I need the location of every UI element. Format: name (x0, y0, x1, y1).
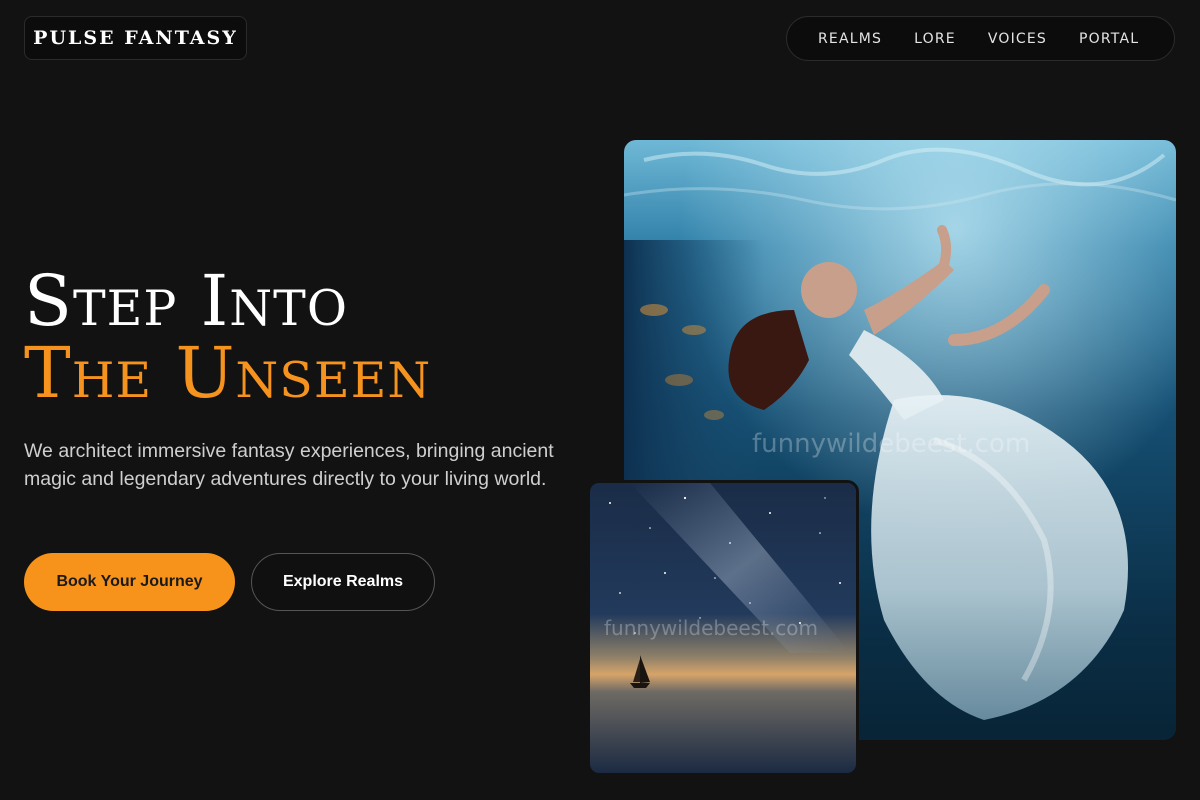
explore-realms-button[interactable]: Explore Realms (251, 553, 435, 611)
brand-logo[interactable]: PULSE FANTASY (24, 16, 247, 60)
book-journey-button[interactable]: Book Your Journey (24, 553, 235, 611)
small-image-watermark: funnywildebeest.com (604, 616, 818, 640)
nav-link-lore[interactable]: LORE (914, 31, 956, 47)
hero-description: We architect immersive fantasy experienc… (24, 440, 554, 490)
main-nav: REALMS LORE VOICES PORTAL (786, 16, 1175, 61)
hero-title-line-2: The Unseen (24, 332, 432, 414)
hero-title-line-1: Step Into (24, 260, 349, 342)
nav-link-voices[interactable]: VOICES (988, 31, 1047, 47)
brand-logo-text: PULSE FANTASY (33, 27, 238, 49)
starry-sea-image: funnywildebeest.com (587, 480, 859, 776)
nav-link-realms[interactable]: REALMS (818, 31, 882, 47)
landing-page: PULSE FANTASY REALMS LORE VOICES PORTAL … (0, 0, 1200, 800)
main-image-watermark: funnywildebeest.com (752, 429, 1030, 459)
nav-link-portal[interactable]: PORTAL (1079, 31, 1139, 47)
